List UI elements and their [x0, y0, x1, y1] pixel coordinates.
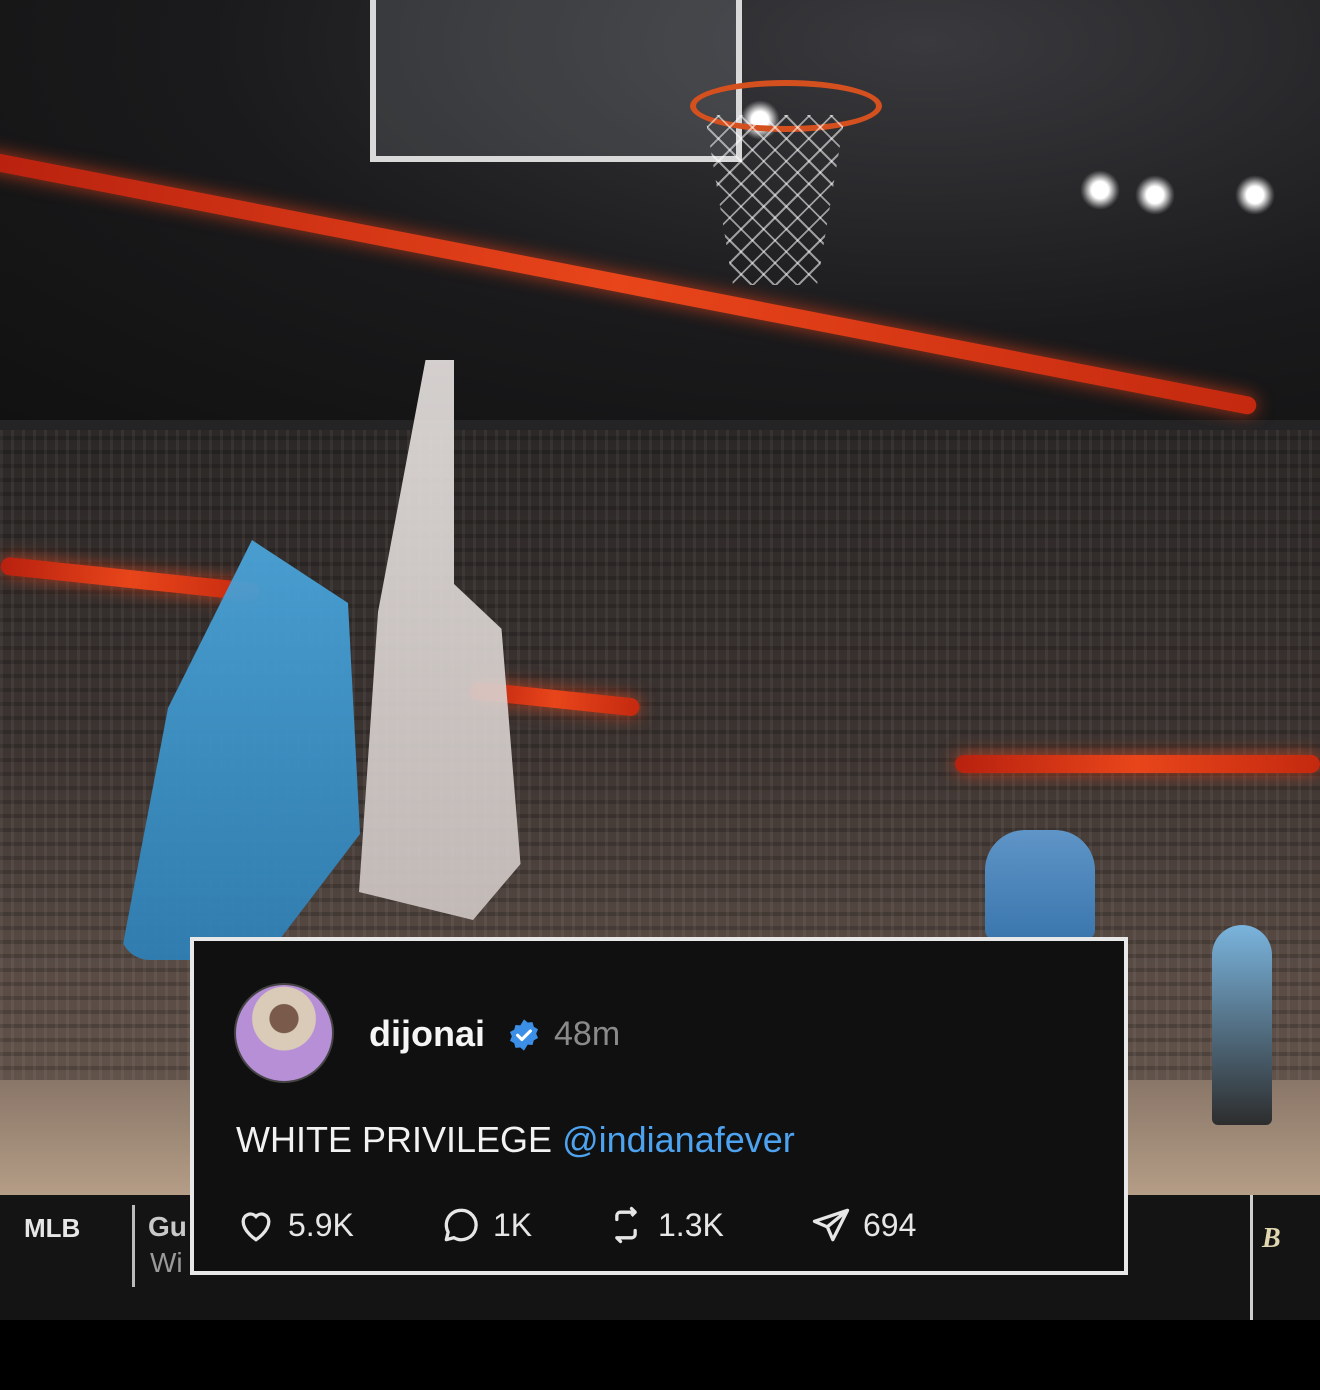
background-player — [985, 830, 1095, 940]
backboard — [370, 0, 742, 162]
arena-light — [1135, 175, 1175, 215]
verified-badge-icon — [509, 1019, 539, 1051]
led-ribbon — [955, 755, 1320, 773]
ticker-league: MLB — [24, 1213, 81, 1243]
comment-bubble-icon — [444, 1208, 478, 1242]
post-timestamp: 48m — [554, 1015, 621, 1053]
share-button[interactable]: 694 — [809, 1203, 916, 1247]
repost-count: 1.3K — [658, 1206, 724, 1243]
ticker-line-1: Gu — [148, 1211, 187, 1242]
heart-icon — [241, 1212, 271, 1242]
background-player — [1212, 925, 1272, 1125]
comment-count: 1K — [493, 1206, 533, 1243]
social-post-card: dijonai 48m WHITE PRIVILEGE @indianafeve… — [190, 937, 1128, 1275]
comment-button[interactable]: 1K — [439, 1203, 532, 1247]
repost-button[interactable]: 1.3K — [604, 1203, 724, 1247]
arena-light — [1235, 175, 1275, 215]
avatar[interactable] — [234, 983, 334, 1083]
post-mention-link[interactable]: @indianafever — [562, 1119, 795, 1160]
like-count: 5.9K — [288, 1206, 354, 1243]
share-send-icon — [812, 1208, 850, 1242]
post-text: WHITE PRIVILEGE @indianafever — [236, 1119, 795, 1161]
letterbox-bar — [0, 1320, 1320, 1390]
arena-light — [1080, 170, 1120, 210]
ticker-line-2: Wi — [150, 1247, 183, 1278]
ticker-divider — [1250, 1195, 1253, 1320]
post-body: WHITE PRIVILEGE — [236, 1119, 563, 1160]
ticker-sponsor-logo: B — [1262, 1223, 1281, 1254]
repost-icon — [615, 1206, 637, 1244]
ticker-divider — [132, 1205, 135, 1287]
like-button[interactable]: 5.9K — [234, 1203, 354, 1247]
post-username[interactable]: dijonai — [369, 1013, 485, 1055]
share-count: 694 — [863, 1206, 917, 1243]
